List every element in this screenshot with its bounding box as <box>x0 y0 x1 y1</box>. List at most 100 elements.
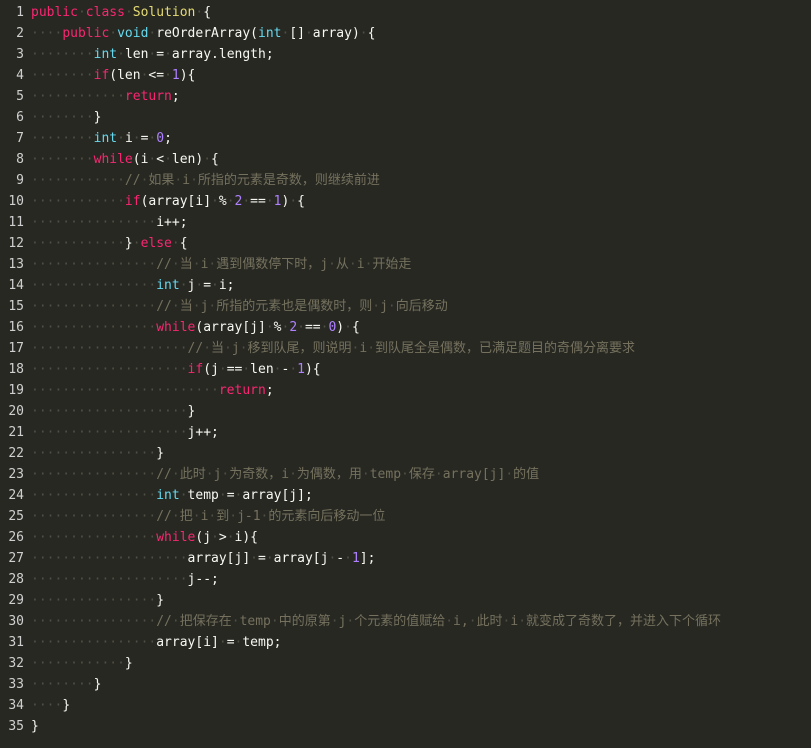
code-line[interactable]: 27 ····················array[j]·=·array[j… <box>0 548 811 569</box>
line-number: 28 <box>8 572 24 587</box>
code-line[interactable]: 7 ········int·i·=·0; <box>0 128 811 149</box>
code-line[interactable]: 31 ················array[i]·=·temp; <box>0 632 811 653</box>
whitespace: · <box>250 551 258 566</box>
whitespace: · <box>468 614 477 629</box>
code-line[interactable]: 34 ····} <box>0 695 811 716</box>
code-line[interactable]: 29 ················} <box>0 590 811 611</box>
code-line[interactable]: 6 ········} <box>0 107 811 128</box>
line-number: 4 <box>16 68 24 83</box>
code-token: { <box>351 320 360 335</box>
indent-whitespace: ···· <box>31 698 63 713</box>
whitespace: · <box>211 530 219 545</box>
code-token: 2 <box>289 320 298 335</box>
code-line[interactable]: 19 ························return; <box>0 380 811 401</box>
code-line[interactable]: 32 ············} <box>0 653 811 674</box>
whitespace: · <box>171 236 180 251</box>
whitespace: · <box>265 320 274 335</box>
code-line[interactable]: 16 ················while(array[j]·%·2·==·… <box>0 317 811 338</box>
whitespace: · <box>211 194 219 209</box>
line-number: 8 <box>16 152 24 167</box>
indent-whitespace: ················ <box>31 509 157 524</box>
code-line[interactable]: 22 ················} <box>0 443 811 464</box>
code-line[interactable]: 13 ················//·当·i·遇到偶数停下时，j·从·i·开… <box>0 254 811 275</box>
line-number: 7 <box>16 131 24 146</box>
code-line[interactable]: 26 ················while(j·>·i){ <box>0 527 811 548</box>
indent-whitespace: ············ <box>31 656 125 671</box>
indent-whitespace: ················ <box>31 446 157 461</box>
indent-whitespace: ························ <box>31 383 219 398</box>
code-token: } <box>93 110 102 125</box>
code-line[interactable]: 8 ········while(i·<·len)·{ <box>0 149 811 170</box>
code-line[interactable]: 2 ····public·void·reOrderArray(int·[]·arr… <box>0 23 811 44</box>
code-editor[interactable]: 1 public·class·Solution·{2 ····public·void… <box>0 0 811 748</box>
code-token: i++; <box>156 215 188 230</box>
code-line[interactable]: 33 ········} <box>0 674 811 695</box>
indent-whitespace: ················ <box>31 614 157 629</box>
code-line[interactable]: 30 ················//·把保存在·temp·中的原第·j·个元… <box>0 611 811 632</box>
code-line[interactable]: 14 ················int·j·=·i; <box>0 275 811 296</box>
code-line[interactable]: 3 ········int·len·=·array.length; <box>0 44 811 65</box>
code-token: public <box>31 5 78 20</box>
code-line[interactable]: 10 ············if(array[i]·%·2·==·1)·{ <box>0 191 811 212</box>
code-token: array[j]; <box>242 488 313 503</box>
line-number: 13 <box>8 257 24 272</box>
code-line[interactable]: 9 ············//·如果·i·所指的元素是奇数，则继续前进 <box>0 170 811 191</box>
whitespace: · <box>218 635 227 650</box>
code-line[interactable]: 17 ····················//·当·j·移到队尾，则说明·i·… <box>0 338 811 359</box>
code-token: j++; <box>187 425 219 440</box>
code-token: 1 <box>297 362 305 377</box>
code-token: 保存 <box>408 467 435 482</box>
indent-whitespace: ············ <box>31 236 125 251</box>
code-line[interactable]: 18 ····················if(j·==·len·-·1){ <box>0 359 811 380</box>
code-line[interactable]: 4 ········if(len·<=·1){ <box>0 65 811 86</box>
code-token: 为偶数，用 <box>296 467 362 482</box>
code-line[interactable]: 5 ············return; <box>0 86 811 107</box>
code-content: ················//·把保存在·temp·中的原第·j·个元素的… <box>31 611 721 632</box>
indent-whitespace: ············ <box>31 173 125 188</box>
code-token: } <box>62 698 71 713</box>
code-token: while <box>156 320 196 335</box>
line-number: 2 <box>16 26 24 41</box>
whitespace: · <box>359 26 368 41</box>
code-line[interactable]: 25 ················//·把·i·到·j-1·的元素向后移动一位 <box>0 506 811 527</box>
indent-whitespace: ········ <box>31 152 94 167</box>
code-line[interactable]: 24 ················int·temp·=·array[j]; <box>0 485 811 506</box>
code-line[interactable]: 11 ················i++; <box>0 212 811 233</box>
code-token: int <box>258 26 282 41</box>
line-number: 19 <box>8 383 24 398</box>
code-token: j <box>231 341 240 356</box>
code-token: i, <box>453 614 469 629</box>
whitespace: · <box>218 362 227 377</box>
code-line[interactable]: 23 ················//·此时·j·为奇数，i·为偶数，用·te… <box>0 464 811 485</box>
code-token: } <box>31 719 39 734</box>
code-content: ····················j++; <box>31 422 219 443</box>
code-token: == <box>250 194 266 209</box>
code-content: ····················if(j·==·len·-·1){ <box>31 359 321 380</box>
line-number: 29 <box>8 593 24 608</box>
whitespace: · <box>203 341 212 356</box>
line-number: 16 <box>8 320 24 335</box>
code-line[interactable]: 12 ············}·else·{ <box>0 233 811 254</box>
code-line[interactable]: 20 ····················} <box>0 401 811 422</box>
code-content: ············}·else·{ <box>31 233 188 254</box>
code-token: // <box>156 257 172 272</box>
code-token: { <box>297 194 305 209</box>
code-line[interactable]: 28 ····················j--; <box>0 569 811 590</box>
code-content: ················} <box>31 443 164 464</box>
code-line[interactable]: 21 ····················j++; <box>0 422 811 443</box>
code-token: ){ <box>304 362 321 377</box>
code-token: } <box>93 677 102 692</box>
code-content: } <box>31 716 39 737</box>
code-token: ( <box>132 152 141 167</box>
code-line[interactable]: 1 public·class·Solution·{ <box>0 2 811 23</box>
whitespace: · <box>132 236 141 251</box>
code-token: // <box>156 614 172 629</box>
whitespace: · <box>344 320 352 335</box>
code-token: // <box>124 173 141 188</box>
code-token: j <box>320 257 329 272</box>
whitespace: · <box>289 362 298 377</box>
code-token: i <box>124 131 133 146</box>
whitespace: · <box>297 320 305 335</box>
code-line[interactable]: 15 ················//·当·j·所指的元素也是偶数时，则·j·… <box>0 296 811 317</box>
code-line[interactable]: 35} <box>0 716 811 737</box>
